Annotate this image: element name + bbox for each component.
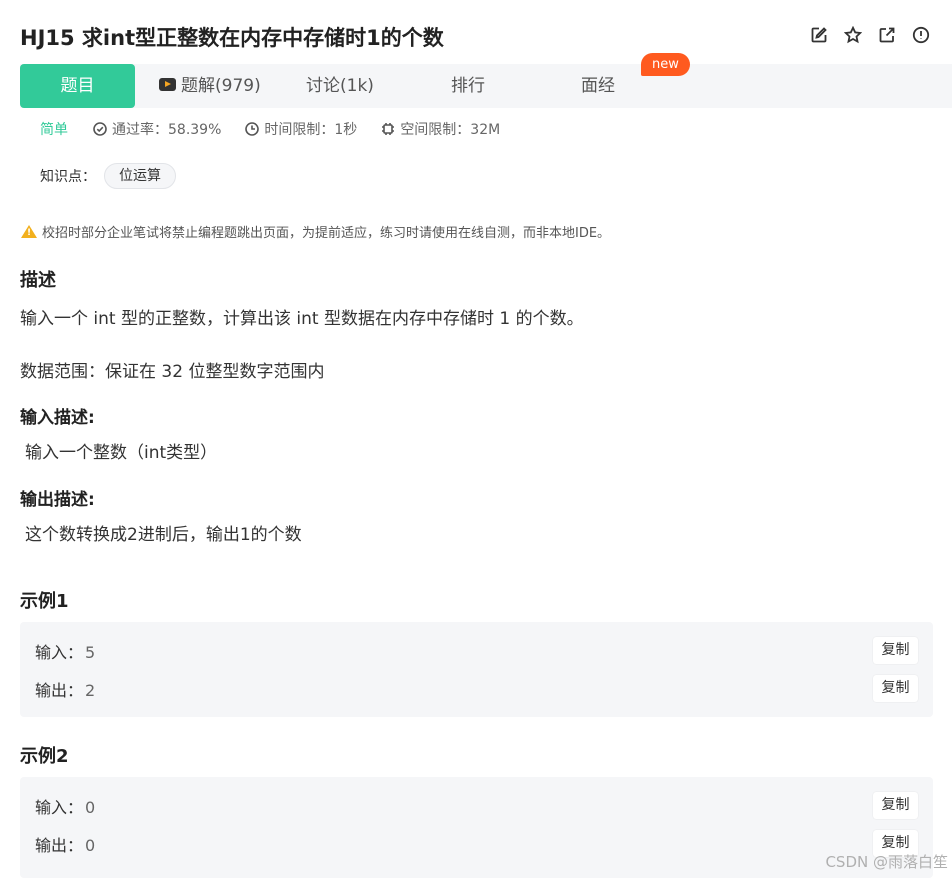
description-heading: 描述: [20, 270, 56, 291]
tab-solutions-label: 题解(979): [181, 76, 261, 96]
example-2-box: 输入： 0 复制 输出： 0 复制: [20, 777, 933, 878]
warning-text: 校招时部分企业笔试将禁止编程题跳出页面，为提前适应，练习时请使用在线自测，而非本…: [42, 226, 611, 241]
tab-rank[interactable]: 排行: [451, 64, 485, 108]
example-2-input-value: 0: [85, 798, 96, 817]
example-1-output-copy-button[interactable]: 复制: [873, 675, 918, 702]
example-1-input-label: 输入：: [35, 643, 84, 662]
example-2-input-label: 输入：: [35, 798, 84, 817]
example-1-input-value: 5: [85, 643, 96, 662]
knowledge-label: 知识点：: [40, 169, 96, 185]
header-actions: [810, 26, 930, 44]
output-desc-text: 这个数转换成2进制后，输出1的个数: [25, 525, 302, 545]
difficulty-label: 简单: [40, 122, 68, 138]
tab-bar: 题目 题解(979) 讨论(1k) 排行 面经: [20, 64, 952, 108]
example-1-input: 输入： 5: [35, 639, 95, 663]
star-icon[interactable]: [844, 26, 862, 44]
problem-meta: 简单 通过率：58.39% 时间限制：1秒 空间限制：32M: [40, 119, 524, 139]
chip-icon: [382, 123, 395, 135]
problem-header: HJ15 求int型正整数在内存中存储时1的个数: [0, 0, 952, 64]
time-limit-text: 时间限制：1秒: [264, 122, 358, 138]
tab-solutions[interactable]: 题解(979): [159, 64, 261, 108]
problem-title: HJ15 求int型正整数在内存中存储时1的个数: [20, 26, 444, 50]
edit-icon[interactable]: [810, 26, 828, 44]
input-desc-text: 输入一个整数（int类型）: [25, 443, 218, 463]
example-2-input: 输入： 0: [35, 794, 95, 818]
example-2-heading: 示例2: [20, 746, 69, 767]
data-range-text: 数据范围：保证在 32 位整型数字范围内: [20, 362, 325, 382]
exam-warning: ! 校招时部分企业笔试将禁止编程题跳出页面，为提前适应，练习时请使用在线自测，而…: [21, 222, 610, 241]
example-1-heading: 示例1: [20, 591, 69, 612]
tab-discuss[interactable]: 讨论(1k): [306, 64, 374, 108]
csdn-watermark: CSDN @雨落白笙: [825, 853, 948, 871]
check-circle-icon: [93, 122, 107, 136]
knowledge-points: 知识点： 位运算: [40, 163, 176, 189]
pass-rate: 通过率：58.39%: [93, 119, 221, 139]
example-1-output: 输出： 2: [35, 677, 95, 701]
output-desc-heading: 输出描述:: [20, 490, 95, 510]
space-limit-text: 空间限制：32M: [400, 122, 501, 138]
warning-icon: !: [21, 225, 37, 238]
example-2-input-copy-button[interactable]: 复制: [873, 792, 918, 819]
example-1-input-copy-button[interactable]: 复制: [873, 637, 918, 664]
time-limit: 时间限制：1秒: [245, 119, 357, 139]
share-icon[interactable]: [878, 26, 896, 44]
example-1-output-value: 2: [85, 681, 96, 700]
example-2-output-value: 0: [85, 836, 96, 855]
space-limit: 空间限制：32M: [381, 119, 500, 139]
pass-rate-text: 通过率：58.39%: [112, 122, 222, 138]
example-2-output: 输出： 0: [35, 832, 95, 856]
description-text: 输入一个 int 型的正整数，计算出该 int 型数据在内存中存储时 1 的个数…: [20, 309, 584, 329]
input-desc-heading: 输入描述:: [20, 408, 95, 428]
tab-problem[interactable]: 题目: [20, 64, 135, 108]
knowledge-tag[interactable]: 位运算: [104, 163, 176, 189]
example-2-output-label: 输出：: [35, 836, 84, 855]
new-badge: new: [641, 53, 690, 76]
video-icon: [159, 77, 176, 91]
example-1-output-label: 输出：: [35, 681, 84, 700]
clock-icon: [245, 122, 260, 136]
example-1-box: 输入： 5 复制 输出： 2 复制: [20, 622, 933, 717]
tab-interview[interactable]: 面经: [581, 64, 615, 108]
report-icon[interactable]: [912, 26, 930, 44]
